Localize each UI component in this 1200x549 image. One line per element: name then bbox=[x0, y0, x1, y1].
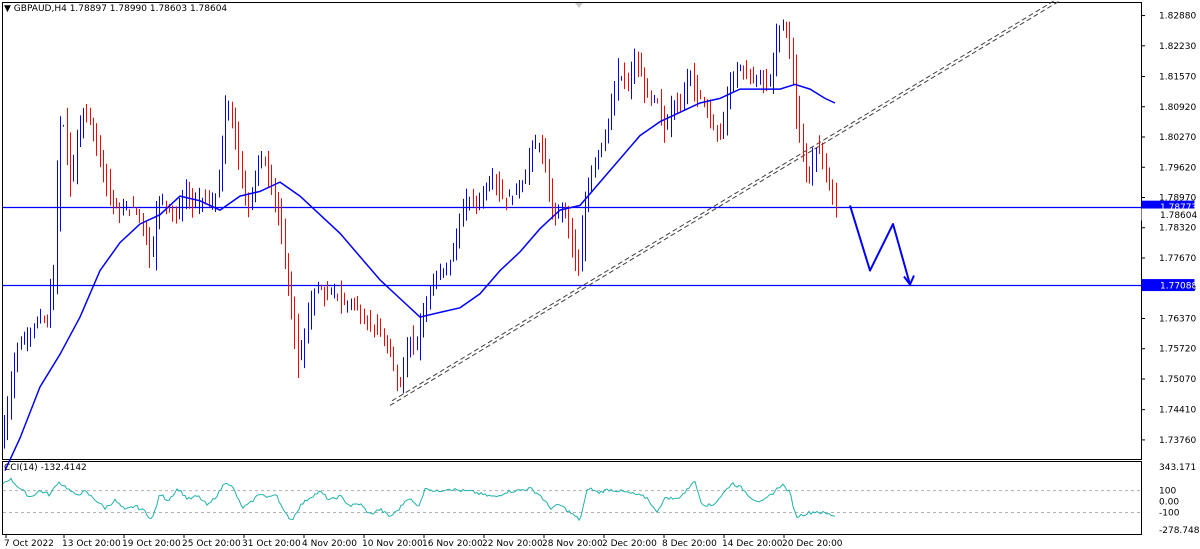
y-tick-label: 1.79620 bbox=[1159, 163, 1196, 173]
projection-line bbox=[849, 205, 911, 285]
y-tick-label: 1.80270 bbox=[1159, 133, 1196, 143]
x-tick-label: 14 Dec 20:00 bbox=[722, 539, 783, 549]
y-tick-label: 1.73760 bbox=[1159, 436, 1196, 446]
x-tick-label: 10 Nov 20:00 bbox=[362, 539, 423, 549]
x-tick-label: 2 Dec 20:00 bbox=[602, 539, 657, 549]
moving-average bbox=[4, 83, 836, 471]
level-tag-2-text: 1.77088 bbox=[1160, 282, 1197, 292]
y-tick-label: 1.75070 bbox=[1159, 375, 1196, 385]
cci-axis-label: 343.171 bbox=[1159, 463, 1196, 473]
x-tick-label: 22 Nov 20:00 bbox=[482, 539, 543, 549]
x-tick-label: 16 Nov 20:00 bbox=[422, 539, 483, 549]
shift-marker-icon[interactable] bbox=[575, 3, 583, 8]
y-tick-label: 1.76370 bbox=[1159, 314, 1196, 324]
x-tick-label: 4 Nov 20:00 bbox=[302, 539, 357, 549]
trend-channel bbox=[389, 0, 1061, 406]
cci-line bbox=[2, 477, 836, 522]
cci-name: CCI(14) bbox=[4, 463, 38, 473]
price-chart[interactable]: 1.82880 1.82230 1.81570 1.80920 1.80270 1.796… bbox=[0, 0, 1200, 549]
y-tick-label: 1.77670 bbox=[1159, 254, 1196, 264]
cci-axis-label: -100 bbox=[1159, 508, 1180, 518]
cci-pane-frame bbox=[2, 461, 1142, 535]
current-price-tag-text: 1.78604 bbox=[1160, 211, 1197, 221]
cci-axis-label: 100 bbox=[1159, 487, 1176, 497]
y-tick-label: 1.82230 bbox=[1159, 42, 1196, 52]
symbol-label: GBPAUD,H4 bbox=[13, 4, 67, 14]
time-axis[interactable]: 7 Oct 2022 13 Oct 20:00 19 Oct 20:00 25 Oct… bbox=[4, 534, 843, 549]
x-tick-label: 31 Oct 20:00 bbox=[242, 539, 301, 549]
cci-header: CCI(14) -132.4142 bbox=[4, 463, 87, 473]
y-tick-label: 1.82880 bbox=[1159, 12, 1196, 22]
cci-axis-label: 0.00 bbox=[1159, 498, 1179, 508]
price-axis[interactable]: 1.82880 1.82230 1.81570 1.80920 1.80270 1.796… bbox=[1141, 12, 1196, 446]
cci-axis-label: -278.7487 bbox=[1159, 526, 1200, 536]
projection-path bbox=[849, 205, 915, 287]
trend-line-1 bbox=[389, 0, 1061, 406]
x-tick-label: 19 Oct 20:00 bbox=[122, 539, 181, 549]
y-tick-label: 1.80920 bbox=[1159, 103, 1196, 113]
x-tick-label: 25 Oct 20:00 bbox=[182, 539, 241, 549]
price-tags: 1.787731.770881.78604 bbox=[1141, 200, 1197, 292]
moving-average-line bbox=[4, 83, 836, 471]
y-tick-label: 1.74410 bbox=[1159, 406, 1196, 416]
x-tick-label: 8 Dec 20:00 bbox=[662, 539, 717, 549]
symbol-header: ▼ GBPAUD,H4 1.78897 1.78990 1.78603 1.78… bbox=[4, 4, 227, 14]
x-tick-label: 13 Oct 20:00 bbox=[62, 539, 121, 549]
cci-indicator: 343.171 1000.00-100 -278.7487 bbox=[2, 463, 1200, 536]
x-tick-label: 20 Dec 20:00 bbox=[782, 539, 843, 549]
ohlc-values: 1.78897 1.78990 1.78603 1.78604 bbox=[69, 4, 228, 14]
cci-value: -132.4142 bbox=[40, 463, 87, 473]
x-tick-label: 7 Oct 2022 bbox=[4, 539, 54, 549]
y-tick-label: 1.75720 bbox=[1159, 345, 1196, 355]
x-tick-label: 28 Nov 20:00 bbox=[542, 539, 603, 549]
y-tick-label: 1.81570 bbox=[1159, 73, 1196, 83]
y-tick-label: 1.78320 bbox=[1159, 224, 1196, 234]
triangle-down-icon[interactable]: ▼ bbox=[4, 4, 11, 14]
